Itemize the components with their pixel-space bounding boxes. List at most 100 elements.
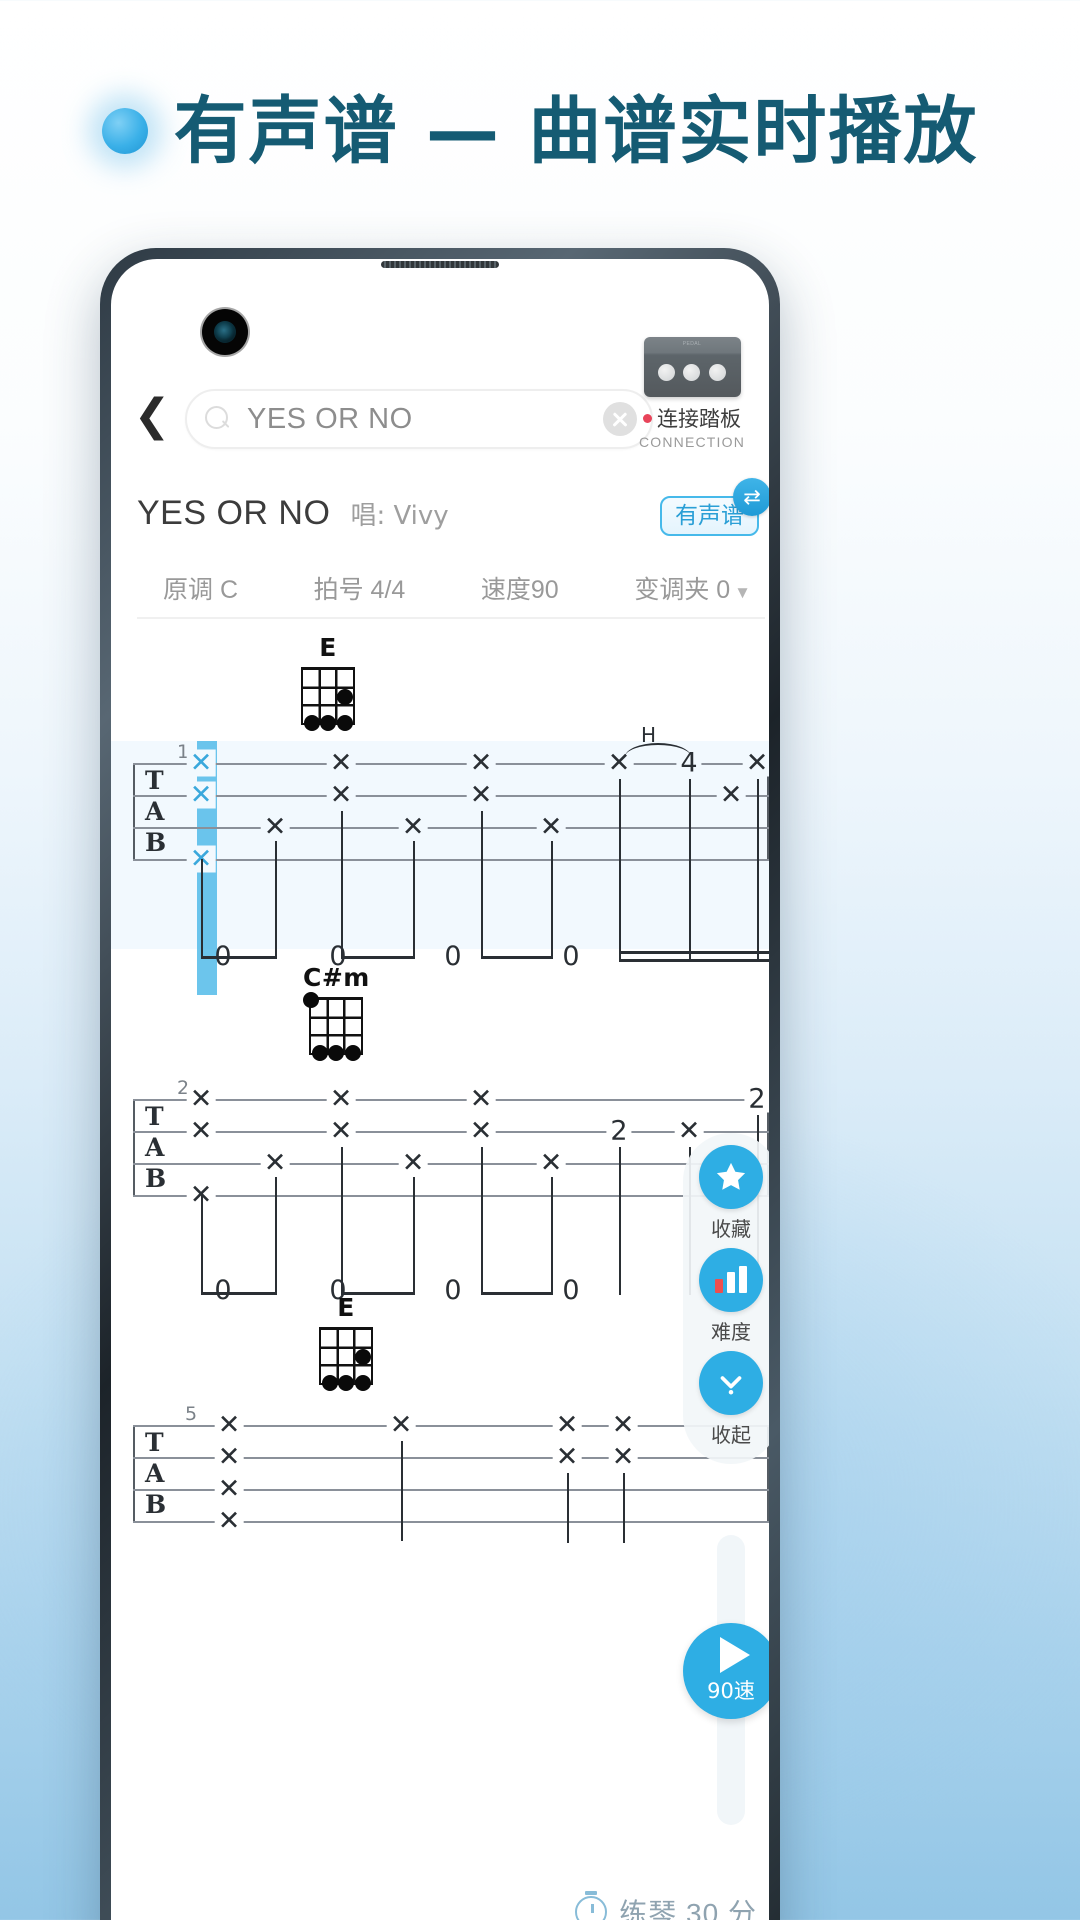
mute-x-mark: ✕ — [536, 1149, 566, 1177]
collapse-label: 收起 — [711, 1423, 751, 1447]
ukulele-fretboard-grid — [303, 992, 364, 1061]
pedal-sublabel: CONNECTION — [638, 434, 746, 450]
chord-diagram-csharpm: C#m — [303, 963, 370, 1061]
player-control: 90速 — [683, 1535, 769, 1825]
mute-x-mark: ✕ — [466, 1117, 496, 1145]
song-title: YES OR NO — [137, 493, 331, 532]
score-system-2[interactable]: TAB 2 ✕ ✕ ✕ ✕ ✕ ✕ ✕ ✕ ✕ ✕ 2 ✕ 2 — [111, 1077, 769, 1306]
fret-number: 2 — [744, 1085, 769, 1113]
note-stem — [689, 779, 691, 959]
back-chevron-icon[interactable]: ❮ — [129, 393, 175, 445]
note-stem — [619, 779, 621, 959]
mute-x-mark: ✕ — [398, 813, 428, 841]
chord-name: E — [337, 1293, 355, 1322]
mute-x-mark: ✕ — [552, 1411, 582, 1439]
mute-x-mark: ✕ — [214, 1507, 244, 1535]
finger-dot — [336, 688, 353, 705]
practice-text: 练琴 30 分 — [619, 1898, 757, 1920]
mute-x-mark: ✕ — [742, 749, 769, 777]
mute-x-mark: ✕ — [326, 1085, 356, 1113]
difficulty-bars-icon — [699, 1248, 763, 1312]
pedal-connection-widget[interactable]: PEDAL 连接踏板 CONNECTION — [633, 337, 751, 450]
audio-score-toggle[interactable]: 有声谱 ⇄ — [660, 478, 769, 536]
finger-dot — [354, 1348, 371, 1365]
collapse-button[interactable]: 收起 — [699, 1351, 763, 1448]
finger-dot — [338, 1375, 354, 1391]
note-stem — [623, 1473, 625, 1543]
chevron-down-icon — [699, 1351, 763, 1415]
tab-clef-letters: TAB — [145, 1102, 167, 1193]
finger-dot — [336, 715, 353, 731]
chord-diagram-e-1: E — [301, 633, 355, 731]
page-headline: 有声谱 — 曲谱实时播放 — [0, 72, 1080, 178]
note-stem — [341, 1147, 343, 1295]
play-speed-label: 90速 — [707, 1679, 755, 1703]
mute-x-mark: ✕ — [326, 1117, 356, 1145]
chord-name: C#m — [303, 963, 370, 992]
clear-circle-icon[interactable] — [603, 402, 637, 436]
mute-x-mark: ✕ — [398, 1149, 428, 1177]
headline-text: 有声谱 — 曲谱实时播放 — [173, 89, 979, 174]
note-stem — [341, 811, 343, 959]
measure-number: 5 — [185, 1403, 198, 1425]
song-header: YES OR NO 唱: Vivy 有声谱 ⇄ — [111, 475, 769, 551]
chord-block-2: C#m — [111, 949, 769, 1077]
tab-staff-1: TAB 1 ✕ ✕ ✕ ✕ ✕ ✕ ✕ ✕ ✕ ✕ ✕ 4 ✕ ✕ H — [133, 723, 769, 962]
score-scroll-area[interactable]: E TAB 1 ✕ ✕ ✕ ✕ ✕ ✕ ✕ ✕ ✕ ✕ 4 ✕ ✕ H 0 0 … — [111, 621, 769, 1920]
chord-name: E — [319, 633, 337, 662]
pedal-label-row: 连接踏板 — [643, 403, 741, 433]
stopwatch-icon — [575, 1896, 608, 1920]
mute-x-mark: ✕ — [608, 1411, 638, 1439]
mute-x-mark: ✕ — [608, 1443, 638, 1471]
staff-lines — [133, 1099, 769, 1197]
pedal-brand-text: PEDAL — [682, 341, 702, 347]
finger-dot — [344, 1045, 361, 1061]
blue-glow-dot-icon — [101, 108, 148, 154]
mute-x-mark: ✕ — [466, 749, 496, 777]
favorite-button[interactable]: 收藏 — [699, 1145, 763, 1242]
mute-x-mark: ✕ — [260, 813, 290, 841]
note-stem — [619, 1147, 621, 1295]
note-stem — [401, 1441, 403, 1541]
front-camera-icon — [202, 309, 248, 355]
note-stem — [567, 1473, 569, 1543]
difficulty-button[interactable]: 难度 — [699, 1248, 763, 1345]
mute-x-mark: ✕ — [186, 1117, 216, 1145]
tab-clef-letters: TAB — [145, 1428, 167, 1519]
practice-timer: 练琴 30 分 — [575, 1892, 757, 1920]
finger-dot — [328, 1045, 345, 1061]
score-system-3[interactable]: TAB 5 ✕ ✕ ✕ ✕ ✕ ✕ ✕ ✕ ✕ — [111, 1403, 769, 1563]
chord-block-3: E — [111, 1285, 769, 1403]
mute-x-mark: ✕ — [214, 1443, 244, 1471]
capo-selector[interactable]: 变调夹 0 ▼ — [634, 570, 751, 606]
mute-x-mark: ✕ — [214, 1475, 244, 1503]
mute-x-mark: ✕ — [326, 781, 356, 809]
foot-pedal-icon: PEDAL — [643, 337, 741, 397]
mute-x-mark: ✕ — [536, 813, 566, 841]
capo-label: 变调夹 0 — [634, 576, 731, 604]
tab-clef-letters: TAB — [145, 766, 167, 857]
score-system-1[interactable]: TAB 1 ✕ ✕ ✕ ✕ ✕ ✕ ✕ ✕ ✕ ✕ ✕ 4 ✕ ✕ H — [111, 723, 769, 995]
play-button[interactable]: 90速 — [683, 1623, 769, 1719]
singer-prefix: 唱: — [350, 500, 386, 531]
mute-x-mark: ✕ — [326, 749, 356, 777]
finger-dot — [303, 715, 320, 731]
chord-block-1: E — [111, 621, 769, 741]
mute-x-mark: ✕ — [466, 1085, 496, 1113]
tab-staff-2: TAB 2 ✕ ✕ ✕ ✕ ✕ ✕ ✕ ✕ ✕ ✕ 2 ✕ 2 — [133, 1077, 769, 1295]
phone-mockup: ❮ YES OR NO PEDAL 连接踏板 CONNECTION YES OR… — [100, 248, 780, 1920]
search-input[interactable]: YES OR NO — [185, 389, 653, 449]
mute-x-mark: ✕ — [552, 1443, 582, 1471]
mute-x-mark: ✕ — [214, 1411, 244, 1439]
ukulele-fretboard-grid — [319, 1327, 373, 1391]
finger-dot — [320, 715, 336, 731]
singer-name: Vivy — [393, 500, 449, 531]
earpiece-speaker-icon — [381, 261, 499, 268]
swap-arrows-icon[interactable]: ⇄ — [733, 478, 769, 516]
finger-dot — [321, 1375, 338, 1391]
note-stem — [481, 811, 483, 959]
status-led-icon — [643, 413, 652, 423]
play-triangle-icon — [720, 1637, 750, 1673]
star-icon — [699, 1145, 763, 1209]
search-icon — [205, 406, 231, 432]
